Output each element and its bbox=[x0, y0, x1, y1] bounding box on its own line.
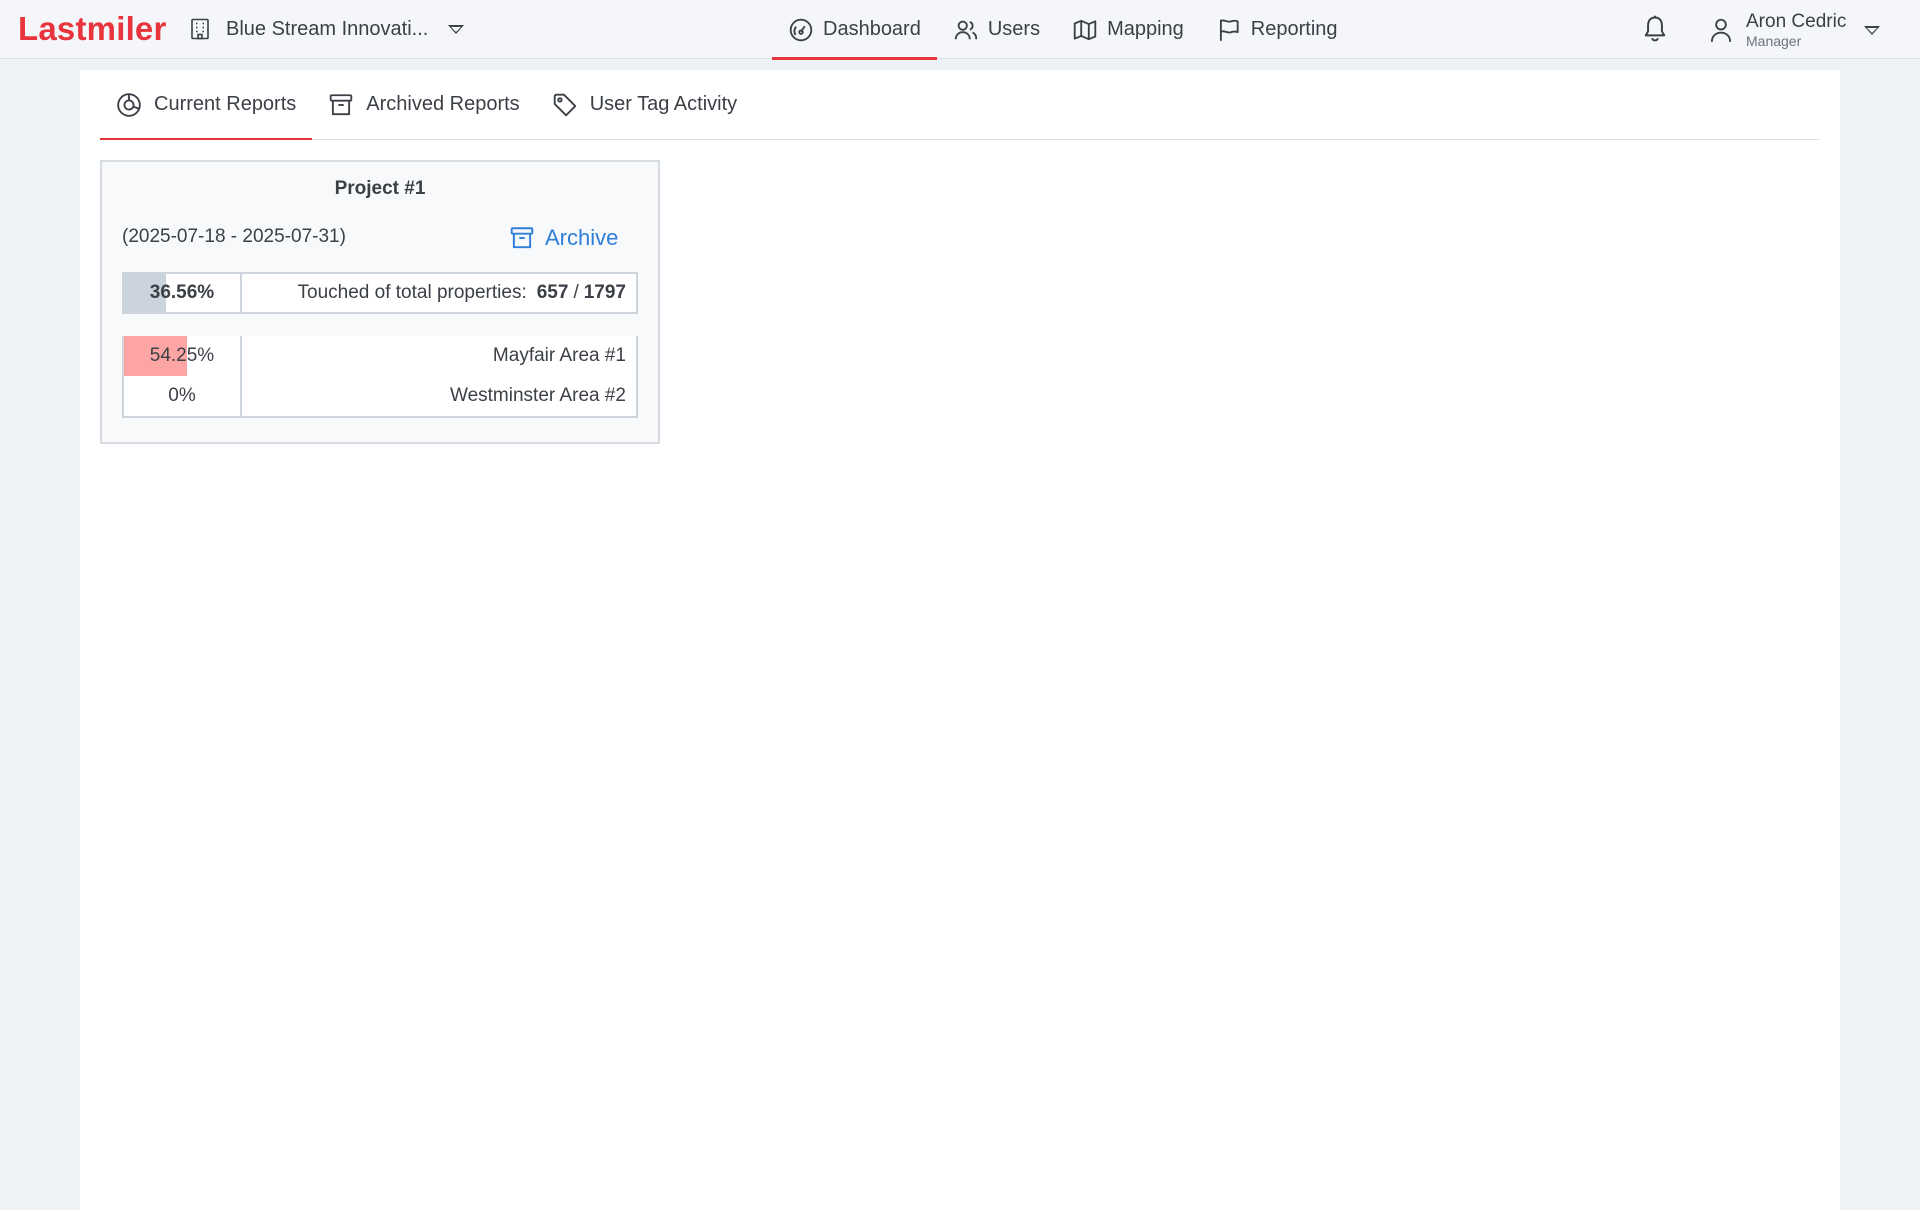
report-title: Project #1 bbox=[334, 178, 426, 199]
area-percent-cell: 54.25% bbox=[124, 336, 242, 376]
tag-icon bbox=[552, 92, 578, 118]
tab-current-reports[interactable]: Current Reports bbox=[100, 70, 313, 140]
building-icon bbox=[188, 17, 212, 41]
total-label: Touched of total properties: bbox=[297, 282, 527, 303]
nav-reporting[interactable]: Reporting bbox=[1200, 0, 1354, 59]
user-name: Aron Cedric bbox=[1746, 11, 1847, 32]
tab-user-tag-activity[interactable]: User Tag Activity bbox=[536, 70, 753, 139]
report-card: Project #1 (2025-07-18 - 2025-07-31) Arc… bbox=[100, 160, 660, 444]
user-menu[interactable]: Aron Cedric Manager bbox=[1708, 8, 1881, 52]
main-nav: Dashboard Users Mapping Reporting bbox=[772, 0, 1354, 60]
map-icon bbox=[1072, 17, 1098, 43]
archive-box-icon bbox=[328, 92, 354, 118]
nav-reporting-label: Reporting bbox=[1250, 18, 1338, 40]
pie-chart-icon bbox=[116, 92, 142, 118]
organization-switcher[interactable]: Blue Stream Innovati... bbox=[188, 12, 465, 46]
main-panel: Current Reports Archived Reports User Ta… bbox=[80, 70, 1840, 1210]
chevron-down-icon bbox=[1864, 25, 1881, 35]
total-percent: 36.56% bbox=[149, 282, 215, 303]
report-tabs: Current Reports Archived Reports User Ta… bbox=[100, 70, 1820, 140]
flag-icon bbox=[1216, 17, 1242, 43]
organization-name: Blue Stream Innovati... bbox=[226, 17, 429, 40]
touched-count: 657 bbox=[536, 282, 569, 303]
dashboard-gauge-icon bbox=[788, 17, 814, 43]
user-info: Aron Cedric Manager bbox=[1746, 11, 1846, 49]
counts-separator: / bbox=[573, 282, 579, 303]
total-count: 1797 bbox=[583, 282, 626, 303]
notifications-button[interactable] bbox=[1641, 14, 1669, 44]
chevron-down-icon bbox=[448, 24, 465, 34]
users-icon bbox=[953, 17, 979, 43]
archive-button-label: Archive bbox=[545, 225, 619, 250]
area-row: 0% Westminster Area #2 bbox=[122, 376, 638, 418]
area-percent: 0% bbox=[168, 385, 196, 406]
nav-users[interactable]: Users bbox=[937, 0, 1056, 59]
area-percent: 54.25% bbox=[149, 345, 215, 366]
user-role: Manager bbox=[1746, 33, 1802, 49]
total-label-cell: Touched of total properties: 657/1797 bbox=[242, 274, 636, 312]
top-navbar: Lastmiler Blue Stream Innovati... Dashbo… bbox=[0, 0, 1920, 60]
area-percent-cell: 0% bbox=[124, 376, 242, 416]
area-row: 54.25% Mayfair Area #1 bbox=[122, 336, 638, 378]
total-percent-cell: 36.56% bbox=[124, 274, 242, 312]
app-logo[interactable]: Lastmiler bbox=[18, 10, 167, 48]
archive-box-icon bbox=[509, 225, 535, 251]
user-icon bbox=[1708, 16, 1734, 44]
total-counts: 657/1797 bbox=[537, 282, 626, 304]
area-name: Westminster Area #2 bbox=[449, 385, 626, 406]
tab-archived-reports[interactable]: Archived Reports bbox=[312, 70, 535, 139]
report-date-range: (2025-07-18 - 2025-07-31) bbox=[122, 226, 346, 247]
bell-icon bbox=[1641, 14, 1669, 44]
tab-user-tag-activity-label: User Tag Activity bbox=[589, 93, 738, 115]
nav-mapping[interactable]: Mapping bbox=[1056, 0, 1200, 59]
tab-archived-reports-label: Archived Reports bbox=[366, 93, 520, 115]
area-name: Mayfair Area #1 bbox=[492, 345, 626, 366]
tab-current-reports-label: Current Reports bbox=[154, 93, 297, 115]
nav-dashboard-label: Dashboard bbox=[823, 18, 921, 40]
total-properties-row: 36.56% Touched of total properties: 657/… bbox=[122, 272, 638, 314]
nav-dashboard[interactable]: Dashboard bbox=[772, 0, 937, 60]
nav-mapping-label: Mapping bbox=[1107, 18, 1184, 40]
archive-button[interactable]: Archive bbox=[509, 222, 618, 254]
nav-users-label: Users bbox=[987, 18, 1041, 40]
